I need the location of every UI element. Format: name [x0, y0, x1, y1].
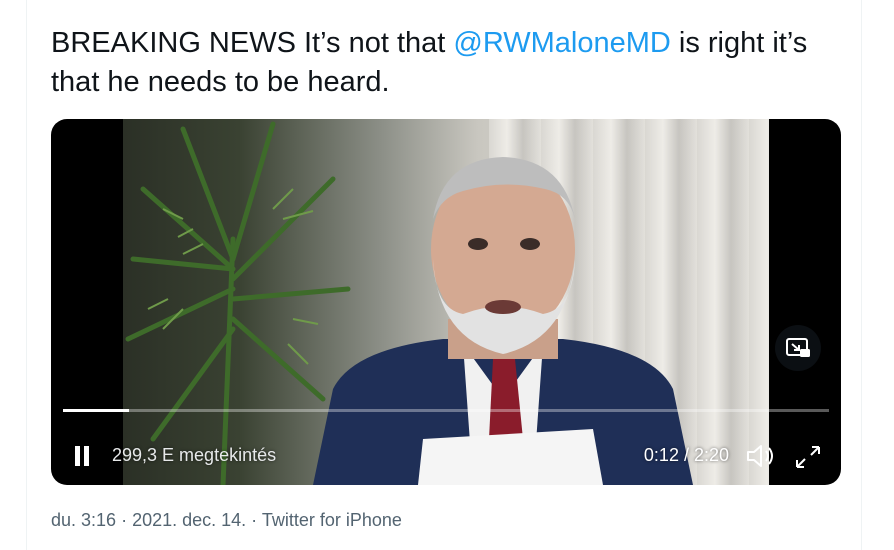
tweet-card: BREAKING NEWS It’s not that @RWMaloneMD …: [26, 0, 862, 550]
view-count: 299,3 E megtekintés: [112, 445, 277, 465]
video-controls: 299,3 E megtekintés 0:12 / 2:20: [51, 423, 841, 485]
tweet-meta: du. 3:16 · 2021. dec. 14. · Twitter for …: [51, 510, 402, 531]
video-player[interactable]: 299,3 E megtekintés 0:12 / 2:20: [51, 119, 841, 485]
pip-button[interactable]: [775, 325, 821, 371]
video-time: 0:12 / 2:20: [643, 445, 729, 465]
mention-link[interactable]: @RWMaloneMD: [453, 27, 670, 59]
picture-in-picture-icon: [786, 338, 810, 357]
tweet-time[interactable]: du. 3:16: [51, 510, 116, 530]
tweet-date[interactable]: 2021. dec. 14.: [132, 510, 246, 530]
tweet-source[interactable]: Twitter for iPhone: [262, 510, 402, 530]
progress-fill: [63, 409, 129, 412]
fullscreen-icon[interactable]: [793, 443, 823, 471]
tweet-text-part: BREAKING NEWS It’s not that: [51, 27, 454, 59]
meta-separator: ·: [246, 510, 262, 530]
tweet-text: BREAKING NEWS It’s not that @RWMaloneMD …: [51, 24, 851, 102]
progress-bar[interactable]: [63, 409, 829, 412]
meta-separator: ·: [116, 510, 133, 530]
pause-icon[interactable]: [73, 445, 91, 467]
volume-icon[interactable]: [745, 443, 775, 469]
